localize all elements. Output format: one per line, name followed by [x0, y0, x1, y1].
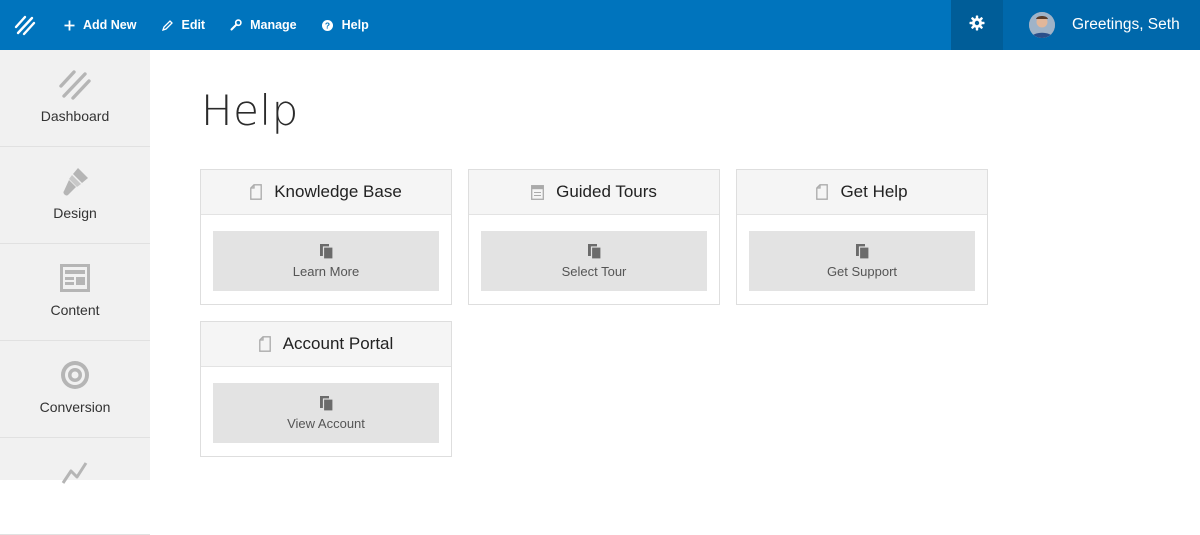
- card-header: Guided Tours: [469, 170, 719, 215]
- card-title: Get Help: [840, 182, 908, 201]
- document-icon: [250, 184, 263, 200]
- copy-icon: [319, 395, 333, 411]
- button-label: View Account: [287, 416, 365, 431]
- card-title: Account Portal: [282, 334, 394, 353]
- account-portal-card: Account Portal View Account: [200, 321, 452, 457]
- document-icon: [816, 184, 829, 200]
- sidebar: Dashboard Design Content Conversion: [0, 50, 150, 535]
- copy-icon: [319, 243, 333, 259]
- wrench-icon: [229, 18, 243, 32]
- card-header: Knowledge Base: [201, 170, 451, 215]
- manage-label: Manage: [250, 18, 297, 32]
- card-title: Guided Tours: [556, 182, 657, 201]
- top-bar: Add New Edit Manage ? Help Greetings, Se…: [0, 0, 1200, 50]
- page-title: Help: [201, 86, 299, 135]
- knowledge-base-card: Knowledge Base Learn More: [200, 169, 452, 305]
- button-label: Learn More: [292, 264, 360, 279]
- gear-icon: [969, 15, 985, 36]
- content-icon: [60, 260, 90, 296]
- question-icon: ?: [321, 18, 335, 32]
- top-nav: Add New Edit Manage ? Help: [50, 0, 381, 50]
- sidebar-item-conversion[interactable]: Conversion: [0, 341, 150, 438]
- get-help-card: Get Help Get Support: [736, 169, 988, 305]
- card-header: Get Help: [737, 170, 987, 215]
- add-new-label: Add New: [83, 18, 137, 32]
- logo-icon[interactable]: [0, 0, 50, 50]
- sidebar-item-label: Conversion: [39, 399, 111, 415]
- help-label: Help: [341, 18, 369, 32]
- sidebar-item-content[interactable]: Content: [0, 244, 150, 341]
- sidebar-item-design[interactable]: Design: [0, 147, 150, 244]
- edit-label: Edit: [181, 18, 206, 32]
- button-label: Select Tour: [561, 264, 627, 279]
- sidebar-item-dashboard[interactable]: Dashboard: [0, 50, 150, 147]
- card-header: Account Portal: [201, 322, 451, 367]
- settings-button[interactable]: [951, 0, 1003, 50]
- sidebar-item-label: Content: [50, 302, 100, 318]
- greeting-text: Greetings, Seth: [1072, 16, 1180, 33]
- copy-icon: [855, 243, 869, 259]
- sidebar-item-label: Design: [53, 205, 97, 221]
- manage-button[interactable]: Manage: [217, 0, 309, 50]
- help-button[interactable]: ? Help: [309, 0, 381, 50]
- svg-text:?: ?: [325, 20, 330, 30]
- dashboard-icon: [58, 66, 92, 102]
- document-icon: [258, 336, 271, 352]
- sidebar-item-analytics[interactable]: [0, 438, 150, 535]
- pencil-icon: [160, 18, 174, 32]
- select-tour-button[interactable]: Select Tour: [481, 231, 707, 291]
- sidebar-item-label: Dashboard: [40, 108, 110, 124]
- add-new-button[interactable]: Add New: [50, 0, 148, 50]
- target-icon: [59, 357, 91, 393]
- analytics-icon: [60, 454, 90, 490]
- guided-tours-card: Guided Tours Select Tour: [468, 169, 720, 305]
- view-account-button[interactable]: View Account: [213, 383, 439, 443]
- copy-icon: [587, 243, 601, 259]
- edit-button[interactable]: Edit: [148, 0, 217, 50]
- card-title: Knowledge Base: [274, 182, 402, 201]
- plus-icon: [62, 18, 76, 32]
- button-label: Get Support: [826, 264, 898, 279]
- avatar: [1029, 12, 1055, 38]
- user-menu[interactable]: Greetings, Seth: [1003, 0, 1200, 50]
- learn-more-button[interactable]: Learn More: [213, 231, 439, 291]
- brush-icon: [58, 163, 92, 199]
- notepad-icon: [531, 184, 545, 200]
- get-support-button[interactable]: Get Support: [749, 231, 975, 291]
